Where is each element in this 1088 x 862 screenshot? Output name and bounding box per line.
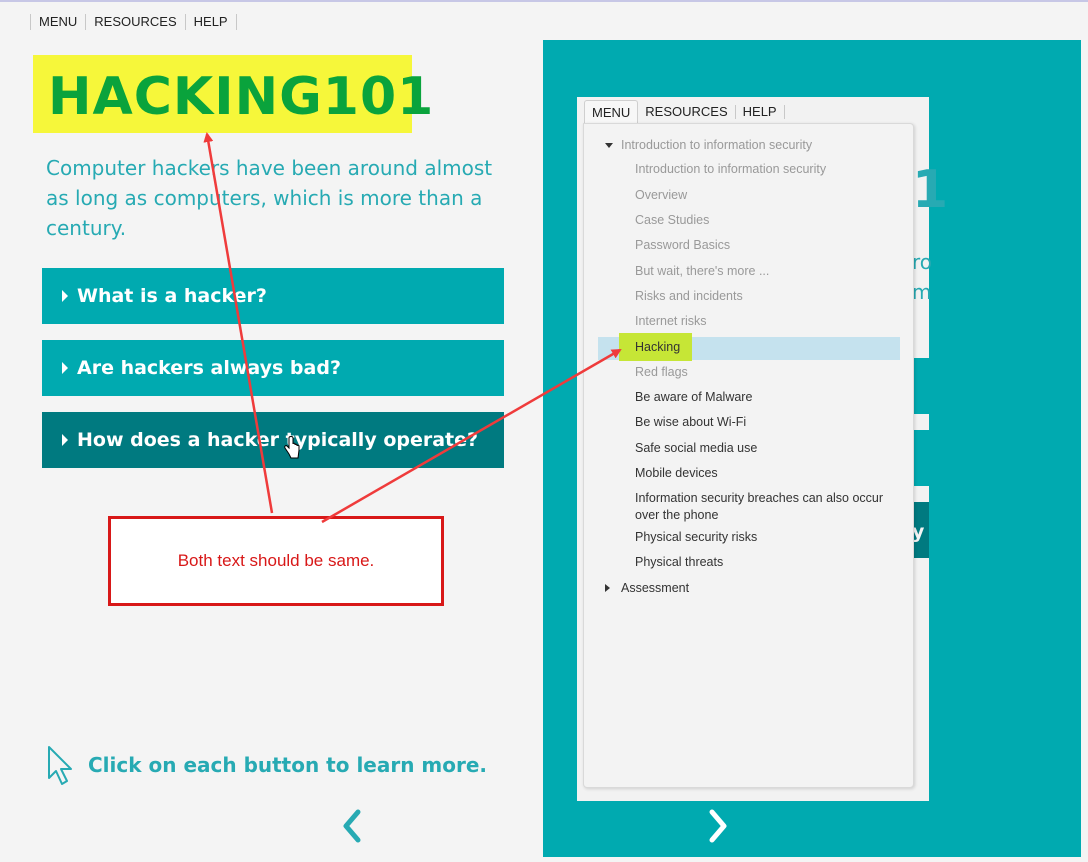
menu-item[interactable]: Information security breaches can also o… <box>635 490 897 524</box>
expand-triangle-icon[interactable] <box>605 584 610 592</box>
menu-section-assessment[interactable]: Assessment <box>621 581 689 595</box>
next-button[interactable] <box>702 806 732 846</box>
menu-item[interactable]: Risks and incidents <box>635 288 743 305</box>
window-top-border <box>0 0 1088 2</box>
menu-item[interactable]: Mobile devices <box>635 465 718 482</box>
accordion-label: What is a hacker? <box>77 285 267 307</box>
menu-item[interactable]: Physical security risks <box>635 529 757 546</box>
expand-arrow-icon <box>62 362 68 374</box>
menu-link[interactable]: MENU <box>30 14 85 30</box>
collapse-triangle-icon[interactable] <box>605 143 613 148</box>
hand-cursor-icon <box>284 436 300 459</box>
obscured-accordion-strip <box>912 430 929 486</box>
inner-menu-tab[interactable]: MENU <box>584 100 639 125</box>
obscured-title-fragment: 1 <box>912 160 949 220</box>
intro-text: Computer hackers have been around almost… <box>46 156 493 240</box>
annotation-text: Both text should be same. <box>177 551 375 570</box>
chevron-right-icon <box>709 809 727 843</box>
accordion-label: How does a hacker typically operate? <box>77 429 479 451</box>
page-title: HACKING101 <box>48 67 435 127</box>
resources-link[interactable]: RESOURCES <box>85 14 184 30</box>
menu-item[interactable]: Physical threats <box>635 554 723 571</box>
menu-item[interactable]: Be wise about Wi-Fi <box>635 414 746 431</box>
inner-top-nav: MENU RESOURCES HELP <box>584 100 785 125</box>
expand-arrow-icon <box>62 290 68 302</box>
accordion-what-is-hacker[interactable]: What is a hacker? <box>42 268 504 324</box>
menu-item[interactable]: Overview <box>635 187 687 204</box>
menu-item[interactable]: Safe social media use <box>635 440 757 457</box>
menu-item[interactable]: Internet risks <box>635 313 707 330</box>
course-menu-dropdown: Introduction to information security Int… <box>583 123 914 788</box>
pointer-cursor-icon <box>48 746 72 785</box>
accordion-how-hacker-operates[interactable]: How does a hacker typically operate? <box>42 412 504 468</box>
menu-item[interactable]: Case Studies <box>635 212 709 229</box>
annotation-callout: Both text should be same. <box>108 516 444 606</box>
obscured-intro-fragment: ro m <box>912 250 933 304</box>
top-nav: MENU RESOURCES HELP <box>30 14 237 30</box>
prev-button[interactable] <box>338 806 368 846</box>
menu-item[interactable]: Red flags <box>635 364 688 381</box>
menu-item[interactable]: Be aware of Malware <box>635 389 752 406</box>
menu-item[interactable]: Password Basics <box>635 237 730 254</box>
menu-item[interactable]: But wait, there's more ... <box>635 263 769 280</box>
help-link[interactable]: HELP <box>184 14 237 30</box>
menu-item-current[interactable]: Hacking <box>635 339 680 356</box>
menu-item[interactable]: Introduction to information security <box>635 161 826 178</box>
chevron-left-icon <box>343 809 361 843</box>
expand-arrow-icon <box>62 434 68 446</box>
instruction-text: Click on each button to learn more. <box>88 753 488 777</box>
instruction-row: Click on each button to learn more. <box>46 744 487 786</box>
inner-resources-tab[interactable]: RESOURCES <box>638 105 736 119</box>
inner-help-tab[interactable]: HELP <box>736 105 785 119</box>
menu-section-intro[interactable]: Introduction to information security <box>621 138 812 152</box>
accordion-are-hackers-bad[interactable]: Are hackers always bad? <box>42 340 504 396</box>
obscured-accordion-strip <box>912 358 929 414</box>
accordion-label: Are hackers always bad? <box>77 357 341 379</box>
